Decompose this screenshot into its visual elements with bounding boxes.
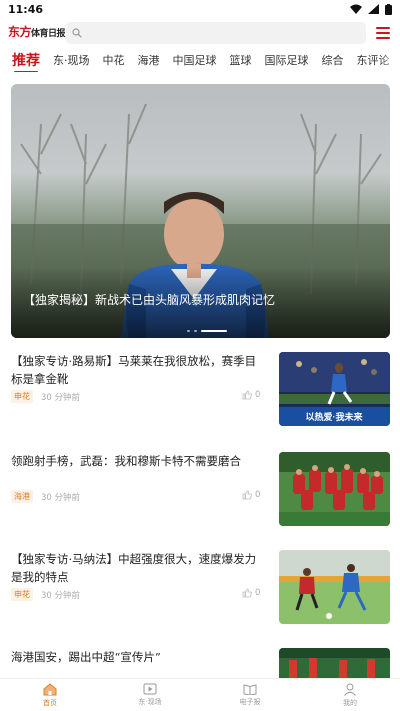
status-bar: 11:46 [0, 0, 400, 18]
nav-label: 我的 [343, 698, 357, 707]
tab-general[interactable]: 综合 [322, 52, 344, 68]
nav-label: 首页 [43, 698, 57, 707]
like-button[interactable]: 0 [242, 390, 260, 400]
logo-text-red: 东方 [8, 24, 32, 39]
news-title[interactable]: 【独家专访·路易斯】马莱莱在我很放松，赛季目标是拿金靴 [11, 352, 263, 388]
user-icon [344, 683, 356, 696]
logo-text-black: 体育日报 [31, 28, 66, 39]
hero-title[interactable]: 【独家揭秘】新战术已由头脑风暴形成肌肉记忆 [23, 291, 275, 308]
tab-haigang[interactable]: 海港 [138, 52, 160, 68]
nav-profile[interactable]: 我的 [300, 683, 400, 708]
news-item[interactable]: 领跑射手榜，武磊：我和穆斯卡特不需要磨合 海港 30 分钟前 0 [11, 452, 390, 528]
news-thumbnail[interactable] [279, 648, 390, 678]
hero-carousel[interactable]: 【独家揭秘】新战术已由头脑风暴形成肌肉记忆 [11, 84, 390, 338]
bottom-nav: 首页 东·现场 电子报 我的 [0, 678, 400, 711]
news-thumbnail-image [279, 648, 390, 678]
news-item[interactable]: 【独家专访·路易斯】马莱莱在我很放松，赛季目标是拿金靴 申花 30 分钟前 0 … [11, 352, 390, 428]
news-thumbnail[interactable] [279, 452, 390, 526]
battery-icon [385, 3, 392, 15]
news-tag[interactable]: 申花 [11, 588, 33, 601]
app-screen: 11:46 东方体育日报 推荐 东·现场 中花 海港 中国足球 篮球 国际足球 … [0, 0, 400, 711]
category-tabs: 推荐 东·现场 中花 海港 中国足球 篮球 国际足球 综合 东评论 体育 [0, 48, 400, 72]
carousel-dots [187, 330, 227, 332]
carousel-dot[interactable] [187, 330, 190, 332]
news-thumbnail-image [279, 550, 390, 624]
thumbs-up-icon [242, 588, 252, 598]
news-time: 30 分钟前 [41, 392, 81, 403]
like-count: 0 [255, 390, 261, 400]
status-icons [350, 3, 392, 15]
news-title[interactable]: 【独家专访·马纳法】中超强度很大，速度爆发力是我的特点 [11, 550, 263, 586]
status-time: 11:46 [8, 2, 44, 16]
home-icon [43, 682, 57, 695]
nav-epaper[interactable]: 电子报 [200, 683, 300, 707]
news-title[interactable]: 海港国安，踢出中超“宣传片” [11, 648, 263, 666]
app-logo[interactable]: 东方体育日报 [8, 22, 66, 44]
like-count: 0 [255, 490, 261, 500]
search-icon [72, 28, 82, 38]
like-count: 0 [255, 588, 261, 598]
news-tag[interactable]: 申花 [11, 390, 33, 403]
news-thumbnail[interactable]: 以热爱·我未来 [279, 352, 390, 426]
news-time: 30 分钟前 [41, 492, 81, 503]
tab-live[interactable]: 东·现场 [53, 52, 90, 68]
nav-label: 东·现场 [138, 698, 162, 706]
top-header: 东方体育日报 [0, 18, 400, 48]
wifi-icon [350, 4, 362, 14]
tab-intl-football[interactable]: 国际足球 [265, 52, 309, 68]
carousel-dot[interactable] [194, 330, 197, 332]
news-meta: 申花 30 分钟前 [11, 390, 80, 403]
tabs-fade [380, 48, 400, 72]
newspaper-icon [243, 684, 257, 695]
menu-icon[interactable] [376, 26, 390, 40]
tab-basketball[interactable]: 篮球 [230, 52, 252, 68]
like-button[interactable]: 0 [242, 588, 260, 598]
news-time: 30 分钟前 [41, 590, 81, 601]
video-icon [143, 683, 157, 695]
thumbs-up-icon [242, 490, 252, 500]
nav-home[interactable]: 首页 [0, 682, 100, 708]
nav-label: 电子报 [239, 698, 261, 706]
news-tag[interactable]: 海港 [11, 490, 33, 503]
signal-icon [368, 4, 379, 14]
news-thumbnail-image: 以热爱·我未来 [279, 352, 390, 426]
tab-china-football[interactable]: 中国足球 [173, 52, 217, 68]
news-meta: 申花 30 分钟前 [11, 588, 80, 601]
search-input[interactable] [66, 22, 366, 44]
nav-live[interactable]: 东·现场 [100, 683, 200, 707]
tab-recommend[interactable]: 推荐 [12, 50, 40, 72]
news-meta: 海港 30 分钟前 [11, 490, 80, 503]
carousel-dot-active[interactable] [201, 330, 227, 332]
thumbs-up-icon [242, 390, 252, 400]
news-item[interactable]: 【独家专访·马纳法】中超强度很大，速度爆发力是我的特点 申花 30 分钟前 0 [11, 550, 390, 626]
thumb-caption: 以热爱·我未来 [306, 411, 364, 422]
news-thumbnail[interactable] [279, 550, 390, 624]
news-item[interactable]: 海港国安，踢出中超“宣传片” [11, 648, 390, 678]
news-thumbnail-image [279, 452, 390, 526]
like-button[interactable]: 0 [242, 490, 260, 500]
tab-shenhua[interactable]: 中花 [103, 52, 125, 68]
news-title[interactable]: 领跑射手榜，武磊：我和穆斯卡特不需要磨合 [11, 452, 263, 470]
